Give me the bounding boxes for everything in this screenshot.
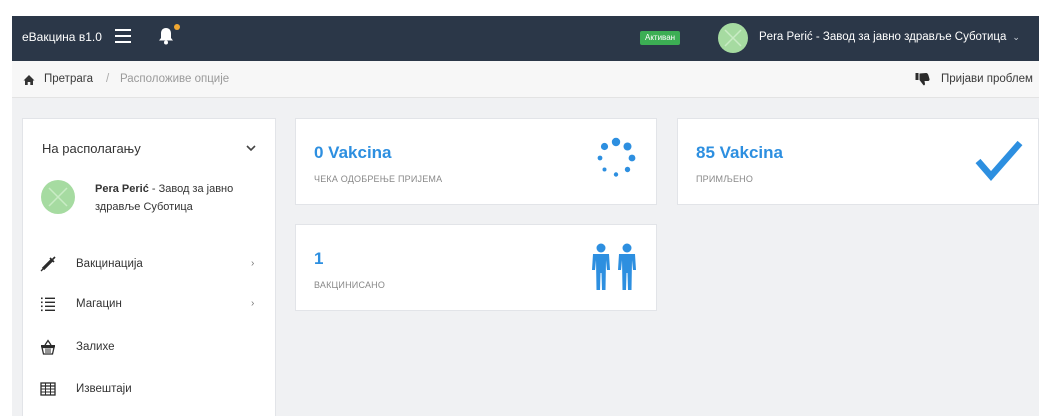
notification-dot (174, 24, 180, 30)
sidebar-title: На располагању (42, 141, 141, 156)
card-value: 85 Vakcina (696, 143, 783, 162)
breadcrumb-current: Расположиве опције (120, 73, 230, 85)
basket-icon (40, 339, 56, 355)
card-received[interactable]: 85 Vakcina ПРИМЉЕНО (677, 118, 1039, 205)
card-value: 1 (314, 249, 324, 268)
breadcrumb: Претрага / Расположиве опције Пријави пр… (12, 61, 1039, 98)
syringe-icon (40, 256, 56, 272)
breadcrumb-separator: / (106, 73, 110, 85)
card-label: ЧЕКА ОДОБРЕЊЕ ПРИЈЕМА (314, 174, 443, 184)
checkmark-icon (975, 139, 1023, 188)
card-pending-acceptance[interactable]: 0 Vakcina ЧЕКА ОДОБРЕЊЕ ПРИЈЕМА (295, 118, 657, 205)
table-icon (40, 381, 56, 397)
sidebar: На располагању Pera Perić - Завод за јав… (22, 118, 276, 416)
avatar (41, 180, 75, 214)
sidebar-item-label: Залихе (76, 341, 115, 353)
user-menu[interactable]: Pera Perić - Завод за јавно здравље Субо… (759, 31, 1020, 43)
spinner-icon (594, 137, 638, 186)
report-problem-link[interactable]: Пријави проблем (941, 73, 1033, 85)
sidebar-item-label: Магацин (76, 298, 122, 310)
menu-toggle-icon[interactable] (115, 29, 131, 43)
app-window: eВакцина в1.0 Активан Pera Perić - Завод… (12, 16, 1039, 416)
chevron-down-icon[interactable] (245, 141, 257, 153)
app-brand[interactable]: eВакцина в1.0 (22, 30, 102, 44)
sidebar-item-label: Извештаји (76, 383, 132, 395)
breadcrumb-home[interactable]: Претрага (44, 73, 93, 85)
top-navbar: eВакцина в1.0 Активан Pera Perić - Завод… (12, 16, 1039, 61)
card-value: 0 Vakcina (314, 143, 392, 162)
avatar[interactable] (718, 23, 748, 53)
sidebar-item-label: Вакцинација (76, 258, 143, 270)
home-icon[interactable] (23, 73, 35, 85)
people-icon (589, 243, 639, 296)
card-label: ПРИМЉЕНО (696, 174, 754, 184)
card-label: ВАКЦИНИСАНО (314, 280, 386, 290)
sidebar-user-info: Pera Perić - Завод за јавно здравље Субо… (95, 180, 260, 216)
sidebar-user-name: Pera Perić (95, 183, 149, 195)
chevron-right-icon: › (251, 258, 255, 269)
user-menu-label: Pera Perić - Завод за јавно здравље Субо… (759, 31, 1007, 43)
chevron-down-icon: ⌄ (1012, 32, 1020, 42)
sidebar-item-warehouse[interactable]: Магацин › (23, 290, 275, 320)
sidebar-item-stock[interactable]: Залихе (23, 333, 275, 363)
bell-icon[interactable] (158, 24, 180, 47)
list-icon (40, 296, 56, 312)
chevron-right-icon: › (251, 298, 255, 309)
sidebar-item-reports[interactable]: Извештаји (23, 375, 275, 405)
status-badge: Активан (640, 31, 681, 45)
thumbs-down-icon[interactable] (915, 72, 930, 86)
card-vaccinated[interactable]: 1 ВАКЦИНИСАНО (295, 224, 657, 311)
sidebar-item-vaccination[interactable]: Вакцинација › (23, 250, 275, 280)
